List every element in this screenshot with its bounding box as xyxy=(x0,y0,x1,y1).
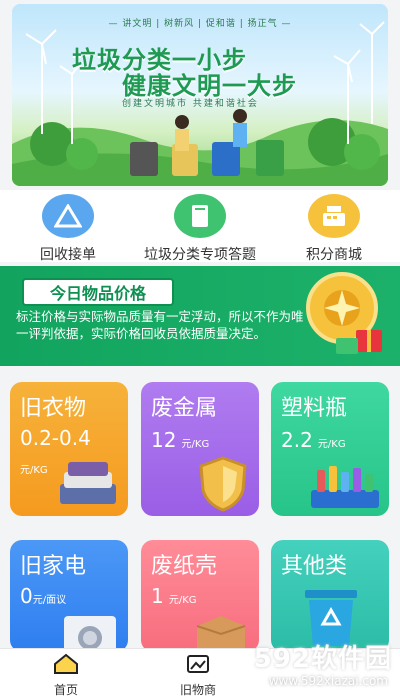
category-name: 废纸壳 xyxy=(151,554,218,579)
shield-icon xyxy=(199,456,247,512)
home-icon xyxy=(54,653,78,674)
price-unit: 元/面议 xyxy=(32,595,67,606)
app-page: — 讲文明 | 树新风 | 促和谐 | 扬正气 — 垃圾分类一小步 健康文明一大… xyxy=(0,0,400,700)
banner-slogans: — 讲文明 | 树新风 | 促和谐 | 扬正气 — xyxy=(108,19,292,29)
banner-subtitle: 创建文明城市 共建和谐社会 xyxy=(122,99,259,109)
action-recycle-order[interactable]: 回收接单 xyxy=(34,194,102,264)
price-unit: 元/KG xyxy=(317,439,346,450)
price-value: 2.2 xyxy=(281,428,313,452)
category-name: 旧衣物 xyxy=(20,396,87,421)
promo-banner[interactable]: — 讲文明 | 树新风 | 促和谐 | 扬正气 — 垃圾分类一小步 健康文明一大… xyxy=(12,4,388,186)
quick-actions: 回收接单 垃圾分类专项答题 积分商城 xyxy=(0,190,400,264)
action-label: 积分商城 xyxy=(306,247,362,263)
category-name: 废金属 xyxy=(151,396,218,421)
bottles-icon xyxy=(311,466,379,508)
clothes-icon xyxy=(60,462,116,504)
site-watermark: 592软件园 www.592xiazai.com xyxy=(196,628,396,696)
category-name: 其他类 xyxy=(281,554,348,579)
nav-home[interactable]: 首页 xyxy=(44,653,88,698)
category-price: 2.2 元/KG xyxy=(281,428,346,452)
category-card-plastic[interactable]: 塑料瓶 2.2 元/KG xyxy=(271,382,389,516)
category-card-clothes[interactable]: 旧衣物 0.2-0.4 元/KG xyxy=(10,382,128,516)
coin-gift-icon xyxy=(306,272,382,354)
action-label: 垃圾分类专项答题 xyxy=(144,247,256,263)
category-price: 0.2-0.4 xyxy=(20,426,91,450)
price-unit: 元/KG xyxy=(181,439,210,450)
price-value: 0 xyxy=(20,584,33,608)
price-info-banner[interactable]: 今日物品价格 标注价格与实际物品质量有一定浮动，所以不作为唯一评判依据，实际价格… xyxy=(0,266,400,366)
category-name: 塑料瓶 xyxy=(281,396,348,421)
category-card-appliance[interactable]: 旧家电 0元/面议 xyxy=(10,540,128,652)
price-value: 1 xyxy=(151,584,164,608)
price-title: 今日物品价格 xyxy=(49,284,146,303)
nav-label: 首页 xyxy=(53,683,78,697)
cash-register-icon xyxy=(308,194,360,238)
category-unit: 元/KG xyxy=(20,458,48,477)
price-unit: 元/KG xyxy=(20,465,48,476)
book-icon xyxy=(174,194,226,238)
action-label: 回收接单 xyxy=(40,247,96,263)
price-title-box: 今日物品价格 xyxy=(22,278,174,306)
category-price: 0元/面议 xyxy=(20,584,66,608)
price-value: 0.2-0.4 xyxy=(20,426,91,450)
category-price: 1 元/KG xyxy=(151,584,197,608)
category-name: 旧家电 xyxy=(20,554,87,579)
recycle-order-icon xyxy=(42,194,94,238)
category-card-metal[interactable]: 废金属 12 元/KG xyxy=(141,382,259,516)
price-value: 12 xyxy=(151,428,177,452)
action-points-mall[interactable]: 积分商城 xyxy=(298,194,370,264)
watermark-url: www.592xiazai.com xyxy=(268,674,388,688)
washing-machine-icon xyxy=(64,616,116,652)
action-quiz[interactable]: 垃圾分类专项答题 xyxy=(136,194,264,264)
watermark-brand: 592软件园 xyxy=(253,644,392,674)
category-price: 12 元/KG xyxy=(151,428,209,452)
price-note: 标注价格与实际物品质量有一定浮动，所以不作为唯一评判依据，实际价格回收员依据质量… xyxy=(16,309,304,341)
price-unit: 元/KG xyxy=(168,595,197,606)
